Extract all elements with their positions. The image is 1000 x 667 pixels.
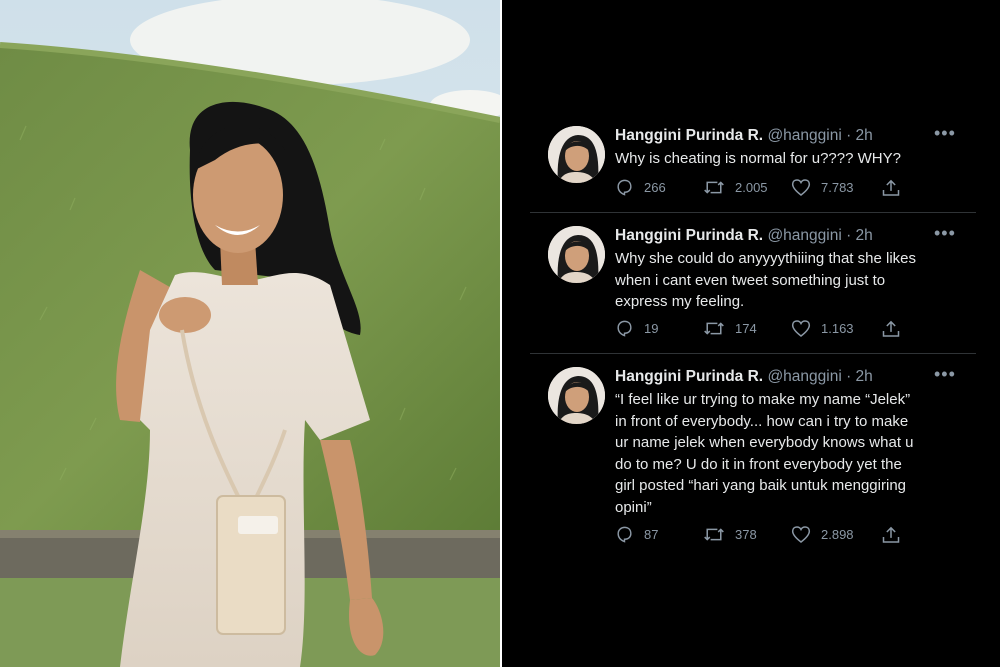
retweet-button[interactable]: 378 <box>703 523 757 545</box>
tweet-text: Why she could do anyyyythiiing that she … <box>615 250 916 310</box>
retweet-icon <box>704 321 724 335</box>
handle-and-time[interactable]: @hanggini · 2h <box>767 227 872 244</box>
more-options-icon[interactable]: ••• <box>934 124 956 146</box>
reply-count: 266 <box>644 179 666 195</box>
reply-icon <box>617 320 632 337</box>
like-button[interactable]: 2.898 <box>791 523 854 545</box>
retweet-icon <box>704 180 724 194</box>
photo-illustration <box>0 0 500 667</box>
like-button[interactable]: 1.163 <box>791 317 854 339</box>
share-icon <box>882 179 900 196</box>
heart-icon <box>791 525 811 543</box>
reply-count: 87 <box>644 526 659 542</box>
avatar[interactable] <box>548 126 605 183</box>
retweet-count: 2.005 <box>735 179 768 195</box>
profile-photo <box>0 0 500 667</box>
display-name[interactable]: Hanggini Purinda R. <box>615 127 763 144</box>
tweet-header: Hanggini Purinda R. @hanggini · 2h <box>615 226 873 246</box>
reply-icon <box>617 526 632 543</box>
reply-button[interactable]: 19 <box>615 317 658 339</box>
retweet-count: 378 <box>735 526 757 542</box>
tweet-header: Hanggini Purinda R. @hanggini · 2h <box>615 126 873 146</box>
display-name[interactable]: Hanggini Purinda R. <box>615 368 763 385</box>
tweet-1[interactable]: Hanggini Purinda R. @hanggini · 2h ••• W… <box>530 124 976 202</box>
retweet-button[interactable]: 174 <box>703 317 757 339</box>
more-options-icon[interactable]: ••• <box>934 224 956 246</box>
share-button[interactable] <box>881 523 901 545</box>
retweet-count: 174 <box>735 320 757 336</box>
share-button[interactable] <box>881 176 901 198</box>
tweet-text: “I feel like ur trying to make my name “… <box>615 391 914 516</box>
reply-icon <box>617 179 632 196</box>
handle-and-time[interactable]: @hanggini · 2h <box>767 127 872 144</box>
share-button[interactable] <box>881 317 901 339</box>
avatar[interactable] <box>548 367 605 424</box>
display-name[interactable]: Hanggini Purinda R. <box>615 227 763 244</box>
twitter-feed: Hanggini Purinda R. @hanggini · 2h ••• W… <box>502 0 1000 667</box>
like-button[interactable]: 7.783 <box>791 176 854 198</box>
tweet-actions: 19 174 1.163 <box>615 317 915 339</box>
tweet-3[interactable]: Hanggini Purinda R. @hanggini · 2h ••• “… <box>530 365 976 547</box>
avatar-image <box>548 226 605 283</box>
retweet-icon <box>704 527 724 541</box>
more-options-icon[interactable]: ••• <box>934 365 956 387</box>
heart-icon <box>791 319 811 337</box>
tweet-actions: 87 378 2.898 <box>615 523 915 545</box>
handle-and-time[interactable]: @hanggini · 2h <box>767 368 872 385</box>
tweet-divider <box>530 212 976 213</box>
share-icon <box>882 526 900 543</box>
tweet-actions: 266 2.005 7.783 <box>615 176 915 198</box>
like-count: 7.783 <box>821 179 854 195</box>
avatar[interactable] <box>548 226 605 283</box>
tweet-text: Why is cheating is normal for u???? WHY? <box>615 150 901 167</box>
heart-icon <box>791 178 811 196</box>
retweet-button[interactable]: 2.005 <box>703 176 768 198</box>
share-icon <box>882 320 900 337</box>
reply-count: 19 <box>644 320 659 336</box>
reply-button[interactable]: 87 <box>615 523 658 545</box>
tweet-divider <box>530 353 976 354</box>
avatar-image <box>548 126 605 183</box>
like-count: 1.163 <box>821 320 854 336</box>
tweet-2[interactable]: Hanggini Purinda R. @hanggini · 2h ••• W… <box>530 224 976 342</box>
like-count: 2.898 <box>821 526 854 542</box>
avatar-image <box>548 367 605 424</box>
reply-button[interactable]: 266 <box>615 176 666 198</box>
tweet-header: Hanggini Purinda R. @hanggini · 2h <box>615 367 873 387</box>
